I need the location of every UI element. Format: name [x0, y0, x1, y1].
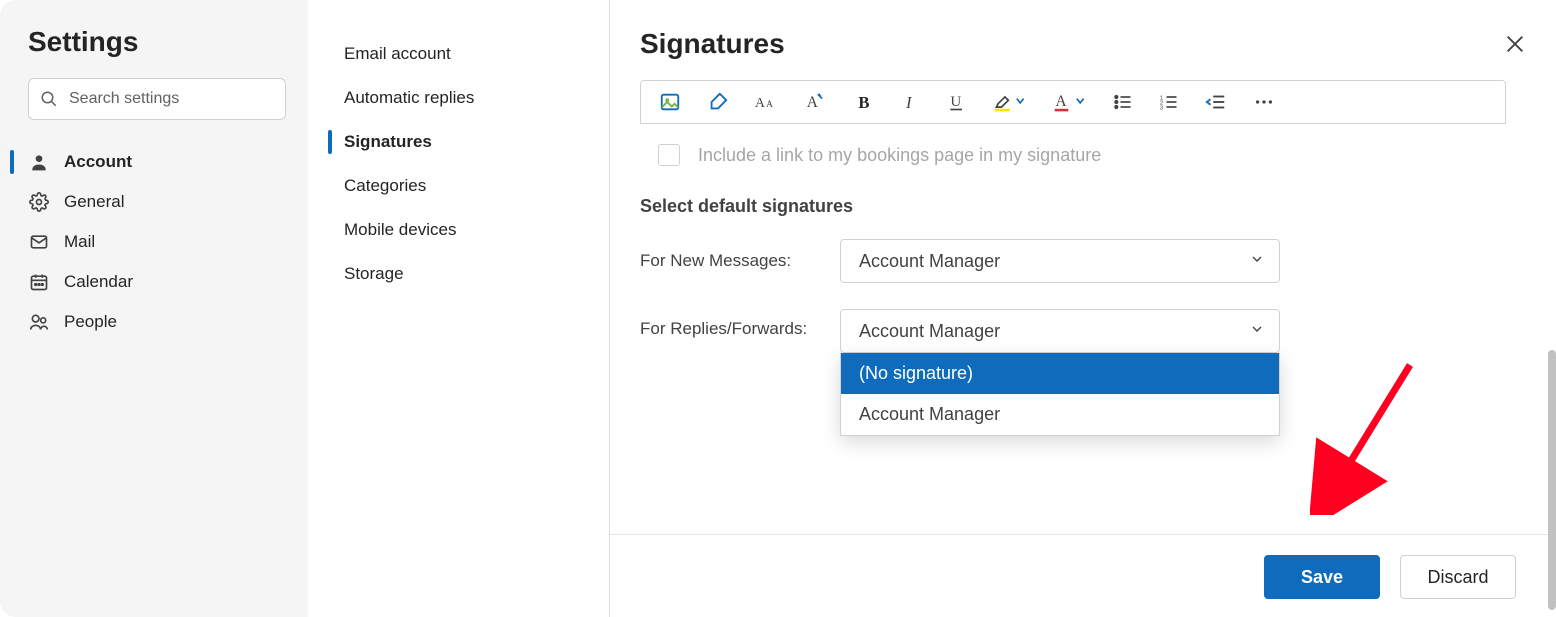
italic-icon[interactable]: I [901, 91, 921, 113]
settings-title: Settings [0, 26, 308, 78]
chevron-down-icon [1249, 321, 1265, 342]
calendar-icon [28, 272, 50, 292]
new-messages-select[interactable]: Account Manager [840, 239, 1280, 283]
replies-forwards-select-wrap: Account Manager (No signature) Account M… [840, 309, 1280, 353]
replies-forwards-label: For Replies/Forwards: [640, 309, 826, 339]
nav-label: Account [64, 152, 132, 172]
search-icon [40, 90, 58, 108]
nav-item-mail[interactable]: Mail [0, 222, 308, 262]
chevron-down-icon [1249, 251, 1265, 272]
subnav-item-categories[interactable]: Categories [308, 164, 609, 208]
person-icon [28, 152, 50, 172]
insert-image-icon[interactable] [659, 91, 681, 113]
highlight-color-icon[interactable] [993, 91, 1027, 113]
default-signatures-label: Select default signatures [640, 196, 1526, 217]
main-header: Signatures [640, 28, 1526, 80]
font-size-icon[interactable]: AA [755, 91, 779, 113]
nav-label: General [64, 192, 124, 212]
nav-label: Calendar [64, 272, 133, 292]
save-button[interactable]: Save [1264, 555, 1380, 599]
subnav-item-storage[interactable]: Storage [308, 252, 609, 296]
replies-forwards-select[interactable]: Account Manager [840, 309, 1280, 353]
svg-text:A: A [1056, 93, 1067, 110]
bookings-link-checkbox[interactable] [658, 144, 680, 166]
number-list-icon[interactable]: 123 [1159, 91, 1179, 113]
svg-text:A: A [807, 94, 819, 111]
svg-text:U: U [950, 94, 961, 110]
new-messages-row: For New Messages: Account Manager [640, 239, 1526, 283]
account-subnav: Email account Automatic replies Signatur… [308, 0, 610, 617]
close-icon[interactable] [1504, 33, 1526, 55]
signature-editor-toolbar: AA A B I U A 123 [640, 80, 1506, 124]
format-painter-icon[interactable] [707, 91, 729, 113]
page-title: Signatures [640, 28, 785, 60]
dropdown-option-no-signature[interactable]: (No signature) [841, 353, 1279, 394]
subnav-item-mobile-devices[interactable]: Mobile devices [308, 208, 609, 252]
mail-icon [28, 232, 50, 252]
nav-item-account[interactable]: Account [0, 142, 308, 182]
bookings-link-label: Include a link to my bookings page in my… [698, 145, 1101, 166]
svg-text:I: I [905, 93, 913, 112]
more-options-icon[interactable] [1253, 91, 1275, 113]
scrollbar[interactable] [1548, 350, 1556, 610]
new-messages-value: Account Manager [859, 251, 1000, 272]
search-wrap [28, 78, 286, 120]
nav-item-people[interactable]: People [0, 302, 308, 342]
svg-text:A: A [755, 95, 765, 110]
subnav-item-email-account[interactable]: Email account [308, 32, 609, 76]
nav-list: Account General Mail Calendar People [0, 142, 308, 342]
replies-forwards-value: Account Manager [859, 321, 1000, 342]
outdent-icon[interactable] [1205, 91, 1227, 113]
nav-label: Mail [64, 232, 95, 252]
bold-icon[interactable]: B [855, 91, 875, 113]
subnav-list: Email account Automatic replies Signatur… [308, 32, 609, 296]
svg-text:A: A [766, 100, 773, 110]
content-scroll: AA A B I U A 123 [640, 80, 1526, 534]
svg-text:B: B [858, 93, 869, 112]
nav-item-general[interactable]: General [0, 182, 308, 222]
nav-label: People [64, 312, 117, 332]
replies-forwards-dropdown: (No signature) Account Manager [840, 353, 1280, 436]
subnav-item-automatic-replies[interactable]: Automatic replies [308, 76, 609, 120]
main-pane: Signatures AA A B I [610, 0, 1556, 617]
font-color-icon[interactable]: A [1053, 91, 1087, 113]
discard-button[interactable]: Discard [1400, 555, 1516, 599]
footer: Save Discard [610, 534, 1556, 617]
dropdown-option-account-manager[interactable]: Account Manager [841, 394, 1279, 435]
people-icon [28, 312, 50, 332]
underline-icon[interactable]: U [947, 91, 967, 113]
clear-format-icon[interactable]: A [805, 91, 829, 113]
nav-item-calendar[interactable]: Calendar [0, 262, 308, 302]
gear-icon [28, 192, 50, 212]
bullet-list-icon[interactable] [1113, 91, 1133, 113]
svg-text:3: 3 [1160, 106, 1163, 112]
search-input[interactable] [28, 78, 286, 120]
new-messages-label: For New Messages: [640, 251, 826, 271]
bookings-link-checkbox-row: Include a link to my bookings page in my… [658, 144, 1526, 166]
subnav-item-signatures[interactable]: Signatures [308, 120, 609, 164]
settings-sidebar: Settings Account General Mail [0, 0, 308, 617]
replies-forwards-row: For Replies/Forwards: Account Manager (N… [640, 309, 1526, 353]
